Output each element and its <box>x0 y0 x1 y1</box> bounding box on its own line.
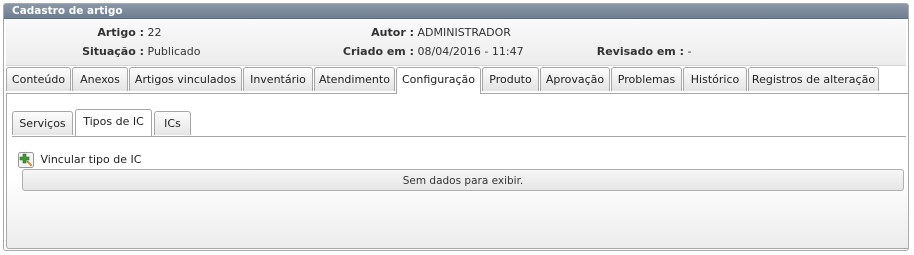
tab-conteudo[interactable]: Conteúdo <box>6 67 71 91</box>
tab-registros-de-alteracao[interactable]: Registros de alteração <box>748 67 879 91</box>
tab-atendimento[interactable]: Atendimento <box>314 67 395 91</box>
add-link-icon[interactable] <box>18 152 34 168</box>
subtab-ics[interactable]: ICs <box>154 111 191 135</box>
subtab-content-tipos-de-ic: Vincular tipo de IC Sem dados para exibi… <box>12 136 906 244</box>
artigo-field: Artigo : 22 <box>6 26 162 39</box>
sub-tab-bar: Serviços Tipos de IC ICs <box>12 108 902 136</box>
add-link-label[interactable]: Vincular tipo de IC <box>41 153 142 166</box>
artigo-value: 22 <box>147 26 162 39</box>
link-ic-type-button[interactable]: Vincular tipo de IC <box>18 151 141 169</box>
main-tab-bar: Conteúdo Anexos Artigos vinculados Inven… <box>6 67 906 94</box>
criado-value: 08/04/2016 - 11:47 <box>417 45 524 58</box>
criado-field: Criado em : 08/04/2016 - 11:47 <box>306 45 524 58</box>
revisado-label: Revisado em : <box>596 45 684 58</box>
article-panel: Cadastro de artigo Artigo : 22 Situação … <box>3 3 909 251</box>
subtab-tipos-de-ic[interactable]: Tipos de IC <box>75 109 152 136</box>
tab-aprovacao[interactable]: Aprovação <box>540 67 610 91</box>
tab-problemas[interactable]: Problemas <box>611 67 682 91</box>
tab-configuracao[interactable]: Configuração <box>396 67 481 94</box>
panel-title: Cadastro de artigo <box>4 4 908 19</box>
situacao-value: Publicado <box>147 45 201 58</box>
autor-value: ADMINISTRADOR <box>417 26 511 39</box>
revisado-field: Revisado em : - <box>566 45 692 58</box>
tab-content-configuracao: Serviços Tipos de IC ICs Vincular tipo d… <box>6 93 908 249</box>
tab-produto[interactable]: Produto <box>482 67 539 91</box>
situacao-field: Situação : Publicado <box>6 45 201 58</box>
situacao-label: Situação : <box>82 45 144 58</box>
autor-field: Autor : ADMINISTRADOR <box>306 26 511 39</box>
revisado-value: - <box>687 45 692 58</box>
tab-artigos-vinculados[interactable]: Artigos vinculados <box>129 67 242 91</box>
tab-historico[interactable]: Histórico <box>683 67 747 91</box>
autor-label: Autor : <box>371 26 414 39</box>
tab-inventario[interactable]: Inventário <box>243 67 313 91</box>
article-info: Artigo : 22 Situação : Publicado Autor :… <box>6 19 906 66</box>
criado-label: Criado em : <box>342 45 414 58</box>
artigo-label: Artigo : <box>97 26 144 39</box>
subtab-servicos[interactable]: Serviços <box>12 111 73 135</box>
tab-anexos[interactable]: Anexos <box>72 67 128 91</box>
empty-data-message: Sem dados para exibir. <box>22 169 904 191</box>
